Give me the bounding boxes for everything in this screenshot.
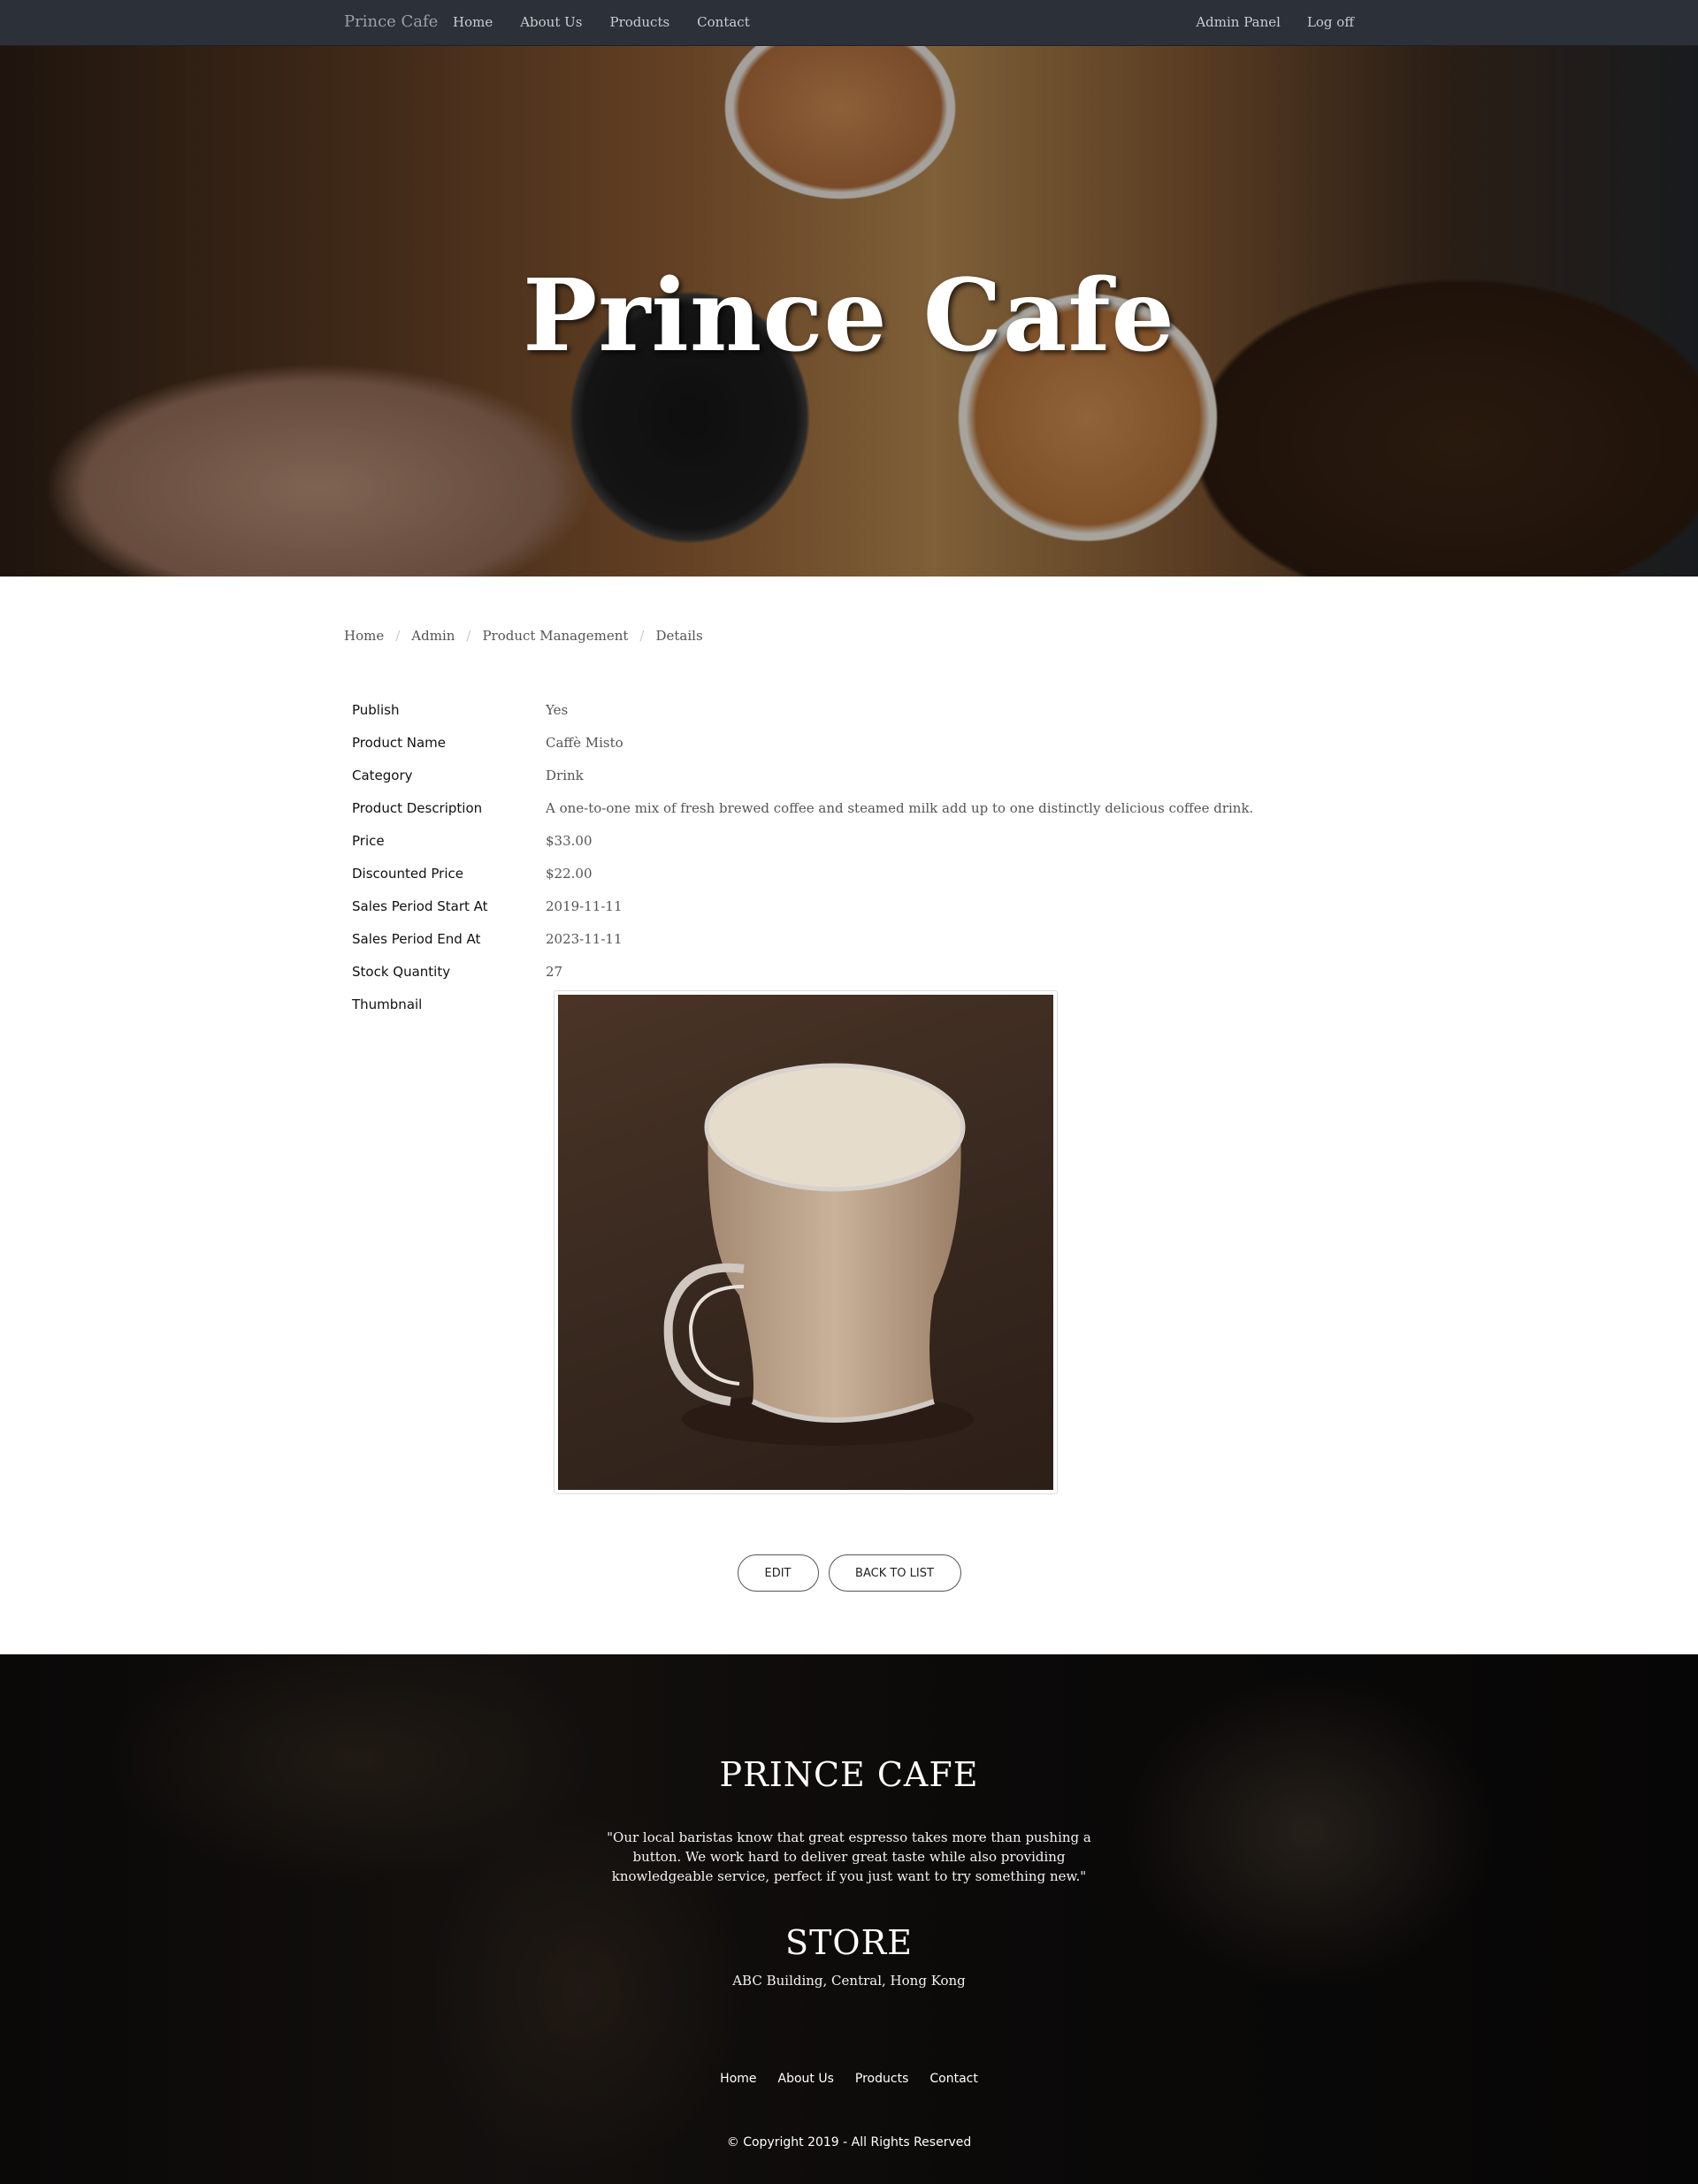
- hero-banner: Prince Cafe: [0, 46, 1698, 577]
- latte-mug-image: [663, 1063, 974, 1446]
- detail-label: Discounted Price: [352, 865, 463, 882]
- footer: PRINCE CAFE "Our local baristas know tha…: [0, 1654, 1698, 2184]
- product-thumbnail: [554, 990, 1058, 1494]
- thumbnail-image: [558, 995, 1053, 1490]
- detail-label: Product Description: [352, 799, 483, 816]
- detail-value: $33.00: [546, 832, 593, 849]
- detail-row-sales-end: Sales Period End At 2023-11-11: [344, 922, 1354, 955]
- edit-button[interactable]: EDIT: [737, 1554, 819, 1592]
- footer-home-link[interactable]: Home: [720, 2072, 756, 2086]
- breadcrumb-separator: /: [639, 628, 645, 644]
- detail-label: Sales Period End At: [352, 930, 481, 947]
- nav-home-link[interactable]: Home: [453, 14, 493, 30]
- detail-row-price: Price $33.00: [344, 824, 1354, 857]
- detail-row-description: Product Description A one-to-one mix of …: [344, 791, 1354, 824]
- hero-title: Prince Cafe: [523, 258, 1175, 374]
- top-navbar: Prince Cafe Home About Us Products Conta…: [0, 0, 1698, 46]
- detail-row-stock: Stock Quantity 27: [344, 955, 1354, 988]
- breadcrumb-home[interactable]: Home: [344, 628, 384, 644]
- detail-value: 27: [546, 963, 563, 980]
- product-details-list: Publish Yes Product Name Caffè Misto Cat…: [344, 693, 1354, 1020]
- action-buttons: EDIT BACK TO LIST: [0, 1554, 1698, 1592]
- detail-row-sales-start: Sales Period Start At 2019-11-11: [344, 890, 1354, 922]
- detail-row-category: Category Drink: [344, 759, 1354, 791]
- detail-value: $22.00: [546, 865, 593, 882]
- detail-value: Drink: [546, 767, 584, 783]
- detail-row-discounted-price: Discounted Price $22.00: [344, 857, 1354, 890]
- detail-label: Category: [352, 767, 413, 783]
- detail-label: Product Name: [352, 734, 446, 751]
- detail-label: Thumbnail: [352, 996, 423, 1012]
- detail-label: Stock Quantity: [352, 963, 451, 980]
- breadcrumb: Home / Admin / Product Management / Deta…: [344, 628, 703, 644]
- footer-about-link[interactable]: About Us: [778, 2072, 834, 2086]
- nav-links: Home About Us Products Contact: [453, 14, 777, 30]
- breadcrumb-separator: /: [395, 628, 401, 644]
- log-off-link[interactable]: Log off: [1307, 14, 1354, 30]
- detail-row-publish: Publish Yes: [344, 693, 1354, 726]
- detail-value: A one-to-one mix of fresh brewed coffee …: [546, 799, 1254, 816]
- detail-value: 2019-11-11: [546, 897, 623, 914]
- detail-row-product-name: Product Name Caffè Misto: [344, 726, 1354, 759]
- footer-title: PRINCE CAFE: [719, 1755, 979, 1794]
- detail-value: 2023-11-11: [546, 930, 623, 947]
- nav-about-link[interactable]: About Us: [520, 14, 582, 30]
- detail-value: Caffè Misto: [546, 734, 623, 751]
- detail-label: Price: [352, 832, 385, 849]
- footer-address: ABC Building, Central, Hong Kong: [732, 1973, 966, 1989]
- footer-products-link[interactable]: Products: [855, 2072, 908, 2086]
- brand-link[interactable]: Prince Cafe: [344, 12, 438, 31]
- breadcrumb-product-management[interactable]: Product Management: [482, 628, 628, 644]
- back-to-list-button[interactable]: BACK TO LIST: [828, 1554, 961, 1592]
- breadcrumb-details: Details: [655, 628, 703, 644]
- detail-value: Yes: [546, 701, 569, 718]
- footer-copyright: © Copyright 2019 - All Rights Reserved: [726, 2135, 972, 2150]
- footer-quote: "Our local baristas know that great espr…: [607, 1829, 1091, 1884]
- footer-contact-link[interactable]: Contact: [929, 2072, 977, 2086]
- breadcrumb-separator: /: [466, 628, 471, 644]
- nav-contact-link[interactable]: Contact: [697, 14, 750, 30]
- admin-panel-link[interactable]: Admin Panel: [1196, 14, 1281, 30]
- breadcrumb-admin[interactable]: Admin: [411, 628, 455, 644]
- footer-store-title: STORE: [785, 1923, 913, 1962]
- footer-links: Home About Us Products Contact: [0, 2072, 1698, 2086]
- nav-products-link[interactable]: Products: [609, 14, 669, 30]
- detail-label: Sales Period Start At: [352, 897, 488, 914]
- detail-label: Publish: [352, 701, 400, 718]
- nav-right-links: Admin Panel Log off: [1169, 14, 1354, 30]
